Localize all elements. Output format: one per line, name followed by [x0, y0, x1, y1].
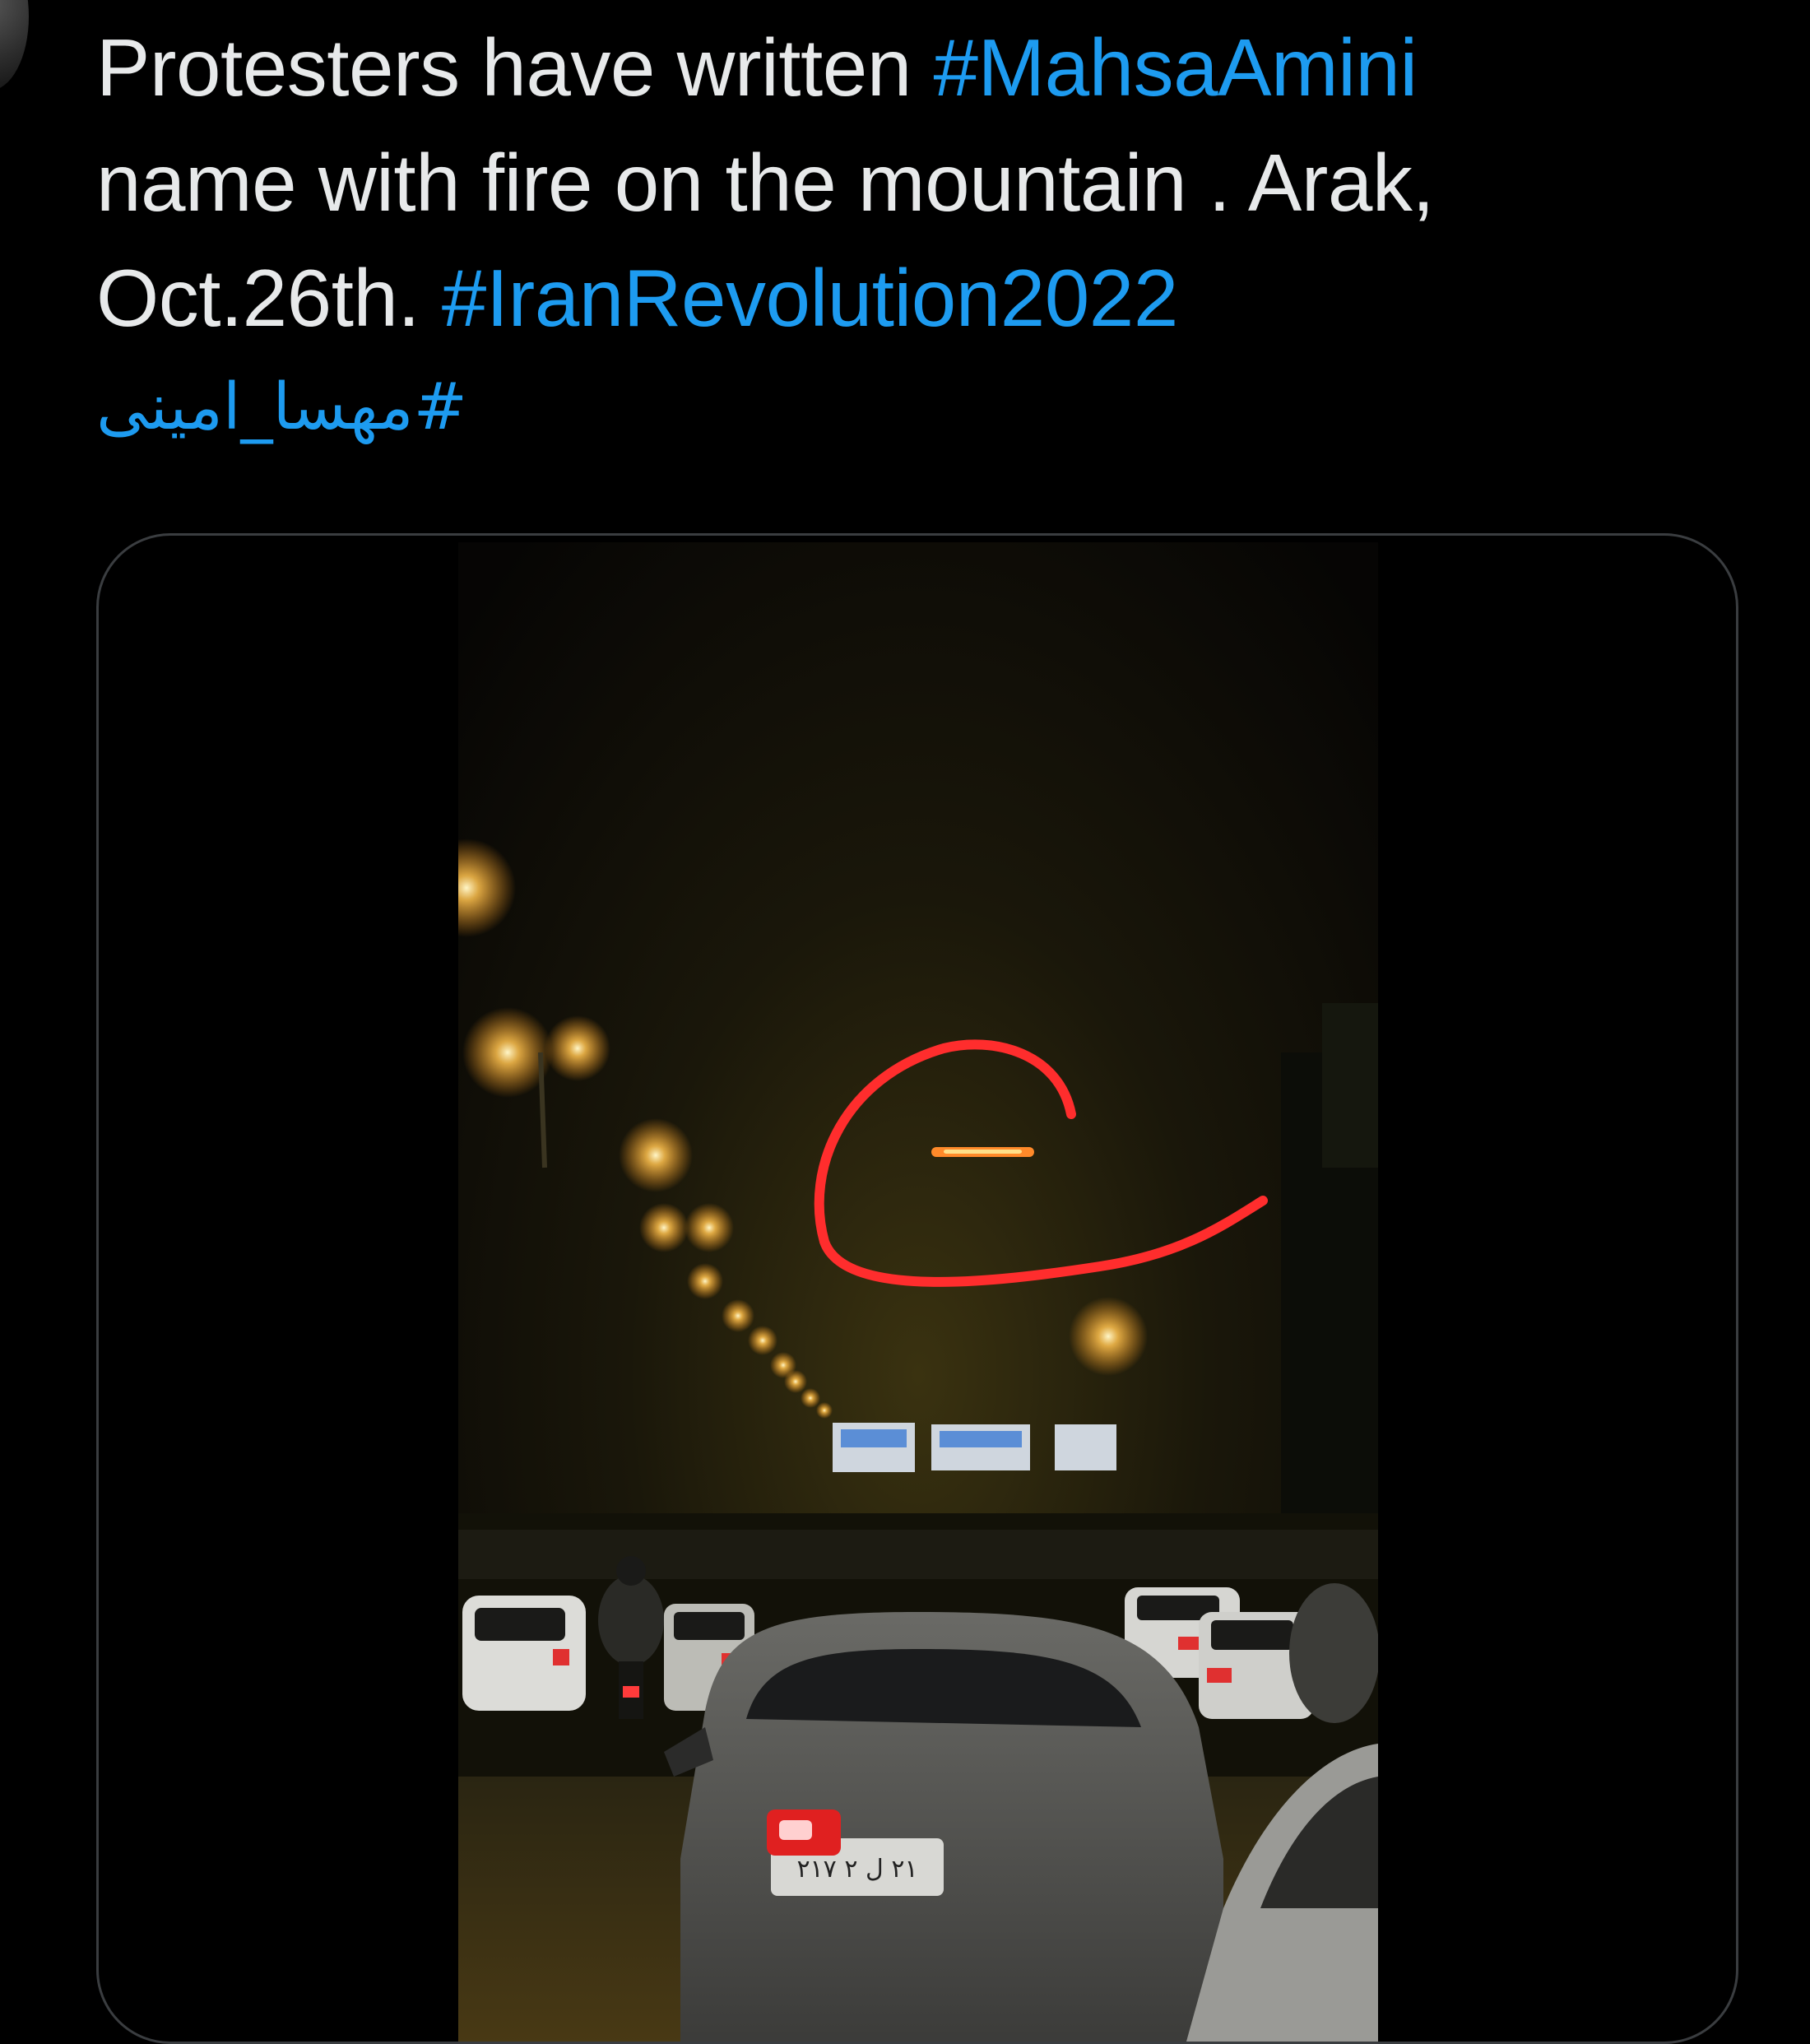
video-frame-image: ٢١ ل ٢ ٢١٧ — [458, 542, 1378, 2042]
license-plate-text: ٢١ ل ٢ ٢١٧ — [796, 1855, 917, 1884]
tweet-line-3: Oct.26th. #IranRevolution2022 — [96, 240, 1725, 355]
tweet-text-segment: Protesters have written — [96, 22, 934, 113]
tweet-line-1: Protesters have written #MahsaAmini — [96, 10, 1725, 125]
avatar[interactable] — [0, 0, 29, 91]
media-card[interactable]: ٢١ ل ٢ ٢١٧ — [96, 533, 1738, 2044]
hashtag-mahsa-amini-link[interactable]: #MahsaAmini — [933, 22, 1418, 113]
tweet-text: Protesters have written #MahsaAmini name… — [96, 10, 1725, 355]
hashtag-iran-revolution-link[interactable]: #IranRevolution2022 — [442, 253, 1178, 343]
tweet-line-2: name with fire on the mountain . Arak, — [96, 137, 1435, 228]
tweet-text-segment: Oct.26th. — [96, 253, 442, 343]
video-player[interactable]: ٢١ ل ٢ ٢١٧ — [458, 542, 1378, 2042]
hashtag-persian-link[interactable]: #مهسا_امینی — [96, 362, 467, 453]
